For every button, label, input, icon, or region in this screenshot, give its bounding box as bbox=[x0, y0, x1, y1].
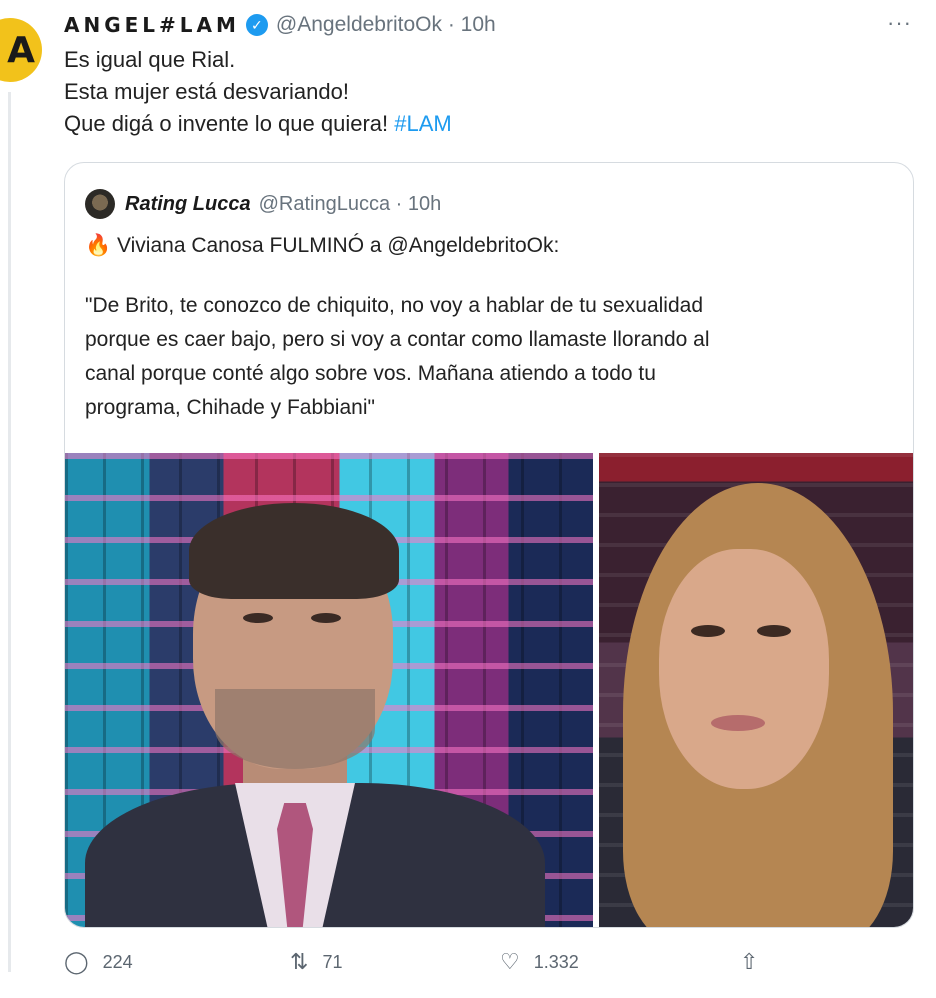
retweet-icon: ⇅ bbox=[290, 950, 309, 975]
man-eye bbox=[311, 613, 341, 623]
more-options-button[interactable]: ··· bbox=[887, 10, 912, 36]
share-button[interactable]: ⇧ bbox=[740, 950, 772, 975]
like-icon: ♡ bbox=[500, 950, 520, 975]
photo-man[interactable] bbox=[65, 453, 593, 927]
fire-icon: 🔥 bbox=[85, 234, 112, 257]
woman-lips bbox=[711, 715, 765, 731]
tweet-text: Es igual que Rial. Esta mujer está desva… bbox=[64, 44, 452, 140]
quoted-tweet[interactable]: Rating Lucca @RatingLucca · 10h 🔥 Vivian… bbox=[64, 162, 914, 928]
quoted-headline-text: Viviana Canosa FULMINÓ a @AngeldebritoOk… bbox=[117, 234, 560, 257]
man-eye bbox=[243, 613, 273, 623]
verified-badge-icon: ✓ bbox=[245, 14, 268, 36]
quoted-tweet-text: 🔥 Viviana Canosa FULMINÓ a @Angeldebrito… bbox=[85, 229, 710, 425]
hashtag-link[interactable]: #LAM bbox=[394, 111, 451, 136]
tweet-actions: ◯ 224 ⇅ 71 ♡ 1.332 ⇧ bbox=[64, 950, 904, 986]
author-name[interactable]: ANGEL#LAM bbox=[64, 13, 240, 37]
reply-icon: ◯ bbox=[64, 950, 89, 975]
author-handle-time[interactable]: @AngeldebritoOk · 10h bbox=[276, 13, 496, 37]
quoted-author-avatar[interactable] bbox=[85, 189, 115, 219]
tweet-line: Que digá o invente lo que quiera! #LAM bbox=[64, 108, 452, 140]
quoted-tweet-header: Rating Lucca @RatingLucca · 10h bbox=[85, 189, 441, 219]
quoted-line: programa, Chihade y Fabbiani" bbox=[85, 396, 375, 419]
author-avatar[interactable]: A bbox=[0, 18, 42, 82]
man-beard bbox=[215, 689, 375, 769]
quoted-headline: 🔥 Viviana Canosa FULMINÓ a @Angeldebrito… bbox=[85, 229, 710, 263]
reply-count: 224 bbox=[102, 952, 133, 972]
woman-face bbox=[659, 549, 829, 789]
like-count: 1.332 bbox=[533, 952, 579, 972]
quoted-line: canal porque conté algo sobre vos. Mañan… bbox=[85, 362, 656, 385]
quoted-author-handle-time[interactable]: @RatingLucca · 10h bbox=[259, 193, 442, 216]
tweet-line-text: Que digá o invente lo que quiera! bbox=[64, 111, 389, 136]
like-button[interactable]: ♡ 1.332 bbox=[500, 950, 579, 975]
quoted-line: porque es caer bajo, pero si voy a conta… bbox=[85, 328, 710, 351]
quoted-line: "De Brito, te conozco de chiquito, no vo… bbox=[85, 294, 704, 317]
thread-line bbox=[8, 92, 11, 972]
quoted-media[interactable] bbox=[65, 453, 913, 927]
man-hair bbox=[189, 503, 399, 599]
woman-eye bbox=[757, 625, 791, 637]
retweet-button[interactable]: ⇅ 71 bbox=[290, 950, 342, 975]
reply-button[interactable]: ◯ 224 bbox=[64, 950, 133, 975]
tweet-header: ANGEL#LAM ✓ @AngeldebritoOk · 10h bbox=[64, 10, 496, 40]
retweet-count: 71 bbox=[322, 952, 343, 972]
quoted-author-name[interactable]: Rating Lucca bbox=[125, 193, 251, 216]
avatar-letter: A bbox=[7, 29, 35, 71]
tweet-line: Esta mujer está desvariando! bbox=[64, 79, 349, 104]
share-icon: ⇧ bbox=[740, 950, 759, 975]
tweet-line: Es igual que Rial. bbox=[64, 47, 236, 72]
woman-eye bbox=[691, 625, 725, 637]
photo-woman[interactable] bbox=[599, 453, 913, 927]
